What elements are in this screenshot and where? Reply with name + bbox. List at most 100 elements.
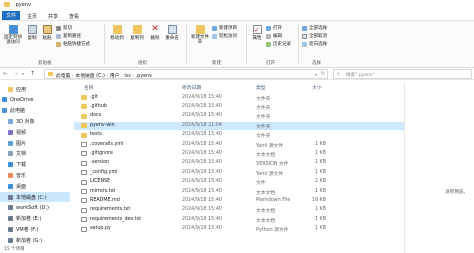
address-bar[interactable]: 此电脑 › 本地磁盘 (C:) › 用户 › lss › .pyenv ▾ ↻ <box>44 69 328 79</box>
history-button[interactable]: 历史记录 <box>266 41 291 47</box>
new-folder-button[interactable]: 新建文件夹 <box>190 25 210 45</box>
select-all-button[interactable]: 全部选择 <box>302 25 327 31</box>
file-row[interactable]: LICENSE 2024/9/18 15:40 文件 2 KB <box>74 179 404 187</box>
column-name[interactable]: 名称 <box>84 84 94 91</box>
back-arrow-icon[interactable]: ← <box>3 70 8 77</box>
window-title: .pyenv <box>14 2 31 8</box>
file-row[interactable]: requirements_dev.txt 2024/9/18 15:40 文本文档 1… <box>74 216 404 224</box>
file-row[interactable]: docs 2024/9/18 15:40 文件夹 <box>74 113 404 121</box>
path-icon <box>56 33 61 39</box>
nav-item-label: 3D 对象 <box>16 118 35 125</box>
nav-item[interactable]: 文档 <box>0 149 70 159</box>
file-row[interactable]: README.md 2024/9/18 15:40 Markdown File 18 … <box>74 197 404 205</box>
file-row[interactable]: tests 2024/9/18 15:40 文件夹 <box>74 132 404 140</box>
tab-file[interactable]: 文件 <box>2 11 20 20</box>
file-icon <box>81 142 87 147</box>
breadcrumb-drive-c[interactable]: 本地磁盘 (C:) <box>75 74 104 79</box>
nav-item[interactable]: 下载 <box>0 160 70 170</box>
file-type: 文件夹 <box>256 134 271 140</box>
folder-copy-icon <box>132 25 142 34</box>
paste-shortcut-button[interactable]: 粘贴快捷方式 <box>56 41 90 47</box>
tab-view[interactable]: 查看 <box>66 12 82 21</box>
nav-item[interactable]: 本地磁盘 (C:) <box>0 192 70 202</box>
file-size: 1 KB <box>314 226 326 232</box>
file-name: mirrors.txt <box>90 188 116 194</box>
column-date[interactable]: 修改日期 <box>182 84 201 91</box>
nav-item[interactable]: 新加卷 (G:) <box>0 235 70 245</box>
nav-item-icon <box>8 226 13 232</box>
column-type[interactable]: 类型 <box>256 84 266 91</box>
file-row[interactable]: .coveralls.yml 2024/9/18 15:40 Yaml 源文件 1 K… <box>74 141 404 149</box>
nav-item-icon <box>8 205 13 211</box>
move-to-button[interactable]: 移动到 <box>108 25 126 41</box>
nav-item[interactable]: OneDrive <box>0 95 70 105</box>
tab-share[interactable]: 共享 <box>45 12 61 21</box>
search-input[interactable]: ⌕ 搜索".pyenv" <box>333 69 472 79</box>
nav-item[interactable]: VM卷 (F:) <box>0 224 70 234</box>
file-size: 1 KB <box>314 207 326 213</box>
rename-button[interactable]: 重命名 <box>163 25 181 41</box>
select-none-button[interactable]: 全部取消 <box>302 33 327 39</box>
file-row[interactable]: setup.py 2024/9/18 15:40 Python 源文件 1 KB <box>74 226 404 234</box>
breadcrumb-users[interactable]: 用户 <box>110 74 120 79</box>
nav-item-icon <box>8 118 13 124</box>
nav-item-label: OneDrive <box>10 96 34 103</box>
refresh-icon[interactable]: ↻ <box>321 71 325 77</box>
nav-item[interactable]: 此电脑 <box>0 106 70 116</box>
file-size: 1 KB <box>314 188 326 194</box>
copy-path-button[interactable]: 复制路径 <box>56 33 81 39</box>
breadcrumb-pyenv[interactable]: .pyenv <box>136 74 152 79</box>
address-dropdown-icon[interactable]: ▾ <box>315 72 317 77</box>
file-row[interactable]: .github 2024/9/18 15:40 文件夹 <box>74 103 404 111</box>
copy-button[interactable]: 复制 <box>25 25 39 41</box>
file-row[interactable]: .git 2024/9/18 15:40 文件夹 <box>74 94 404 102</box>
copy-to-button[interactable]: 复制到 <box>128 25 146 41</box>
nav-item[interactable]: 桌面 <box>0 181 70 191</box>
nav-item-label: 文档 <box>16 151 27 158</box>
file-row[interactable]: pyenv-win 2024/9/18 21:04 文件夹 <box>74 122 404 131</box>
nav-item-icon <box>8 151 13 157</box>
nav-item[interactable]: workSoft (D:) <box>0 203 70 213</box>
nav-item-icon <box>8 162 13 168</box>
nav-item-label: VM卷 (F:) <box>16 226 39 233</box>
nav-item[interactable]: 音乐 <box>0 170 70 180</box>
recent-locations-chevron-icon[interactable]: ▾ <box>22 71 24 76</box>
tab-home[interactable]: 主页 <box>24 12 40 21</box>
pin-quick-access-button[interactable]: 固定到快速访问 <box>2 25 24 45</box>
file-row[interactable]: .version 2024/9/18 15:40 VERSION 文件 1 KB <box>74 160 404 168</box>
column-size[interactable]: 大小 <box>312 84 322 91</box>
nav-item-icon <box>8 194 13 200</box>
breadcrumb-this-pc[interactable]: 此电脑 <box>56 74 70 79</box>
delete-button[interactable]: ✕ 删除 <box>148 25 162 42</box>
file-row[interactable]: requirements.txt 2024/9/18 15:40 文本文档 1 KB <box>74 207 404 215</box>
file-date: 2024/9/18 15:40 <box>182 150 222 156</box>
nav-item[interactable]: 新加卷 (E:) <box>0 214 70 224</box>
edit-button[interactable]: 编辑 <box>266 33 282 39</box>
nav-item-icon <box>8 172 13 178</box>
forward-arrow-icon[interactable]: → <box>13 70 18 77</box>
breadcrumb-lss[interactable]: lss <box>124 74 130 79</box>
nav-item[interactable]: 图片 <box>0 138 70 148</box>
nav-item[interactable]: 应用 <box>0 84 70 94</box>
file-date: 2024/9/18 15:40 <box>182 169 222 175</box>
file-row[interactable]: .gitignore 2024/9/18 15:40 文本文档 1 KB <box>74 150 404 158</box>
paste-button[interactable]: 粘贴 <box>40 25 54 41</box>
file-icon <box>81 198 87 204</box>
nav-item-label: 下载 <box>16 162 27 169</box>
properties-button[interactable]: ✓ 属性 <box>250 25 264 41</box>
open-button[interactable]: 打开 <box>266 25 282 31</box>
easy-access-button[interactable]: 轻松访问 <box>212 33 237 39</box>
invert-selection-icon <box>302 41 307 47</box>
invert-selection-button[interactable]: 反向选择 <box>302 41 327 47</box>
file-row[interactable]: _config.yml 2024/9/18 15:40 Yaml 源文件 1 KB <box>74 169 404 177</box>
cut-button[interactable]: 剪切 <box>56 25 72 31</box>
file-row[interactable]: mirrors.txt 2024/9/18 15:40 文本文档 1 KB <box>74 188 404 196</box>
nav-item[interactable]: 视频 <box>0 127 70 137</box>
properties-icon: ✓ <box>252 25 262 34</box>
nav-item[interactable]: 3D 对象 <box>0 116 70 126</box>
new-group-label: 新建 <box>212 61 221 66</box>
new-item-button[interactable]: 新建项目 <box>212 25 237 31</box>
up-arrow-icon[interactable]: ↑ <box>30 70 35 77</box>
nav-item-label: 此电脑 <box>10 108 26 115</box>
file-icon <box>81 217 87 223</box>
